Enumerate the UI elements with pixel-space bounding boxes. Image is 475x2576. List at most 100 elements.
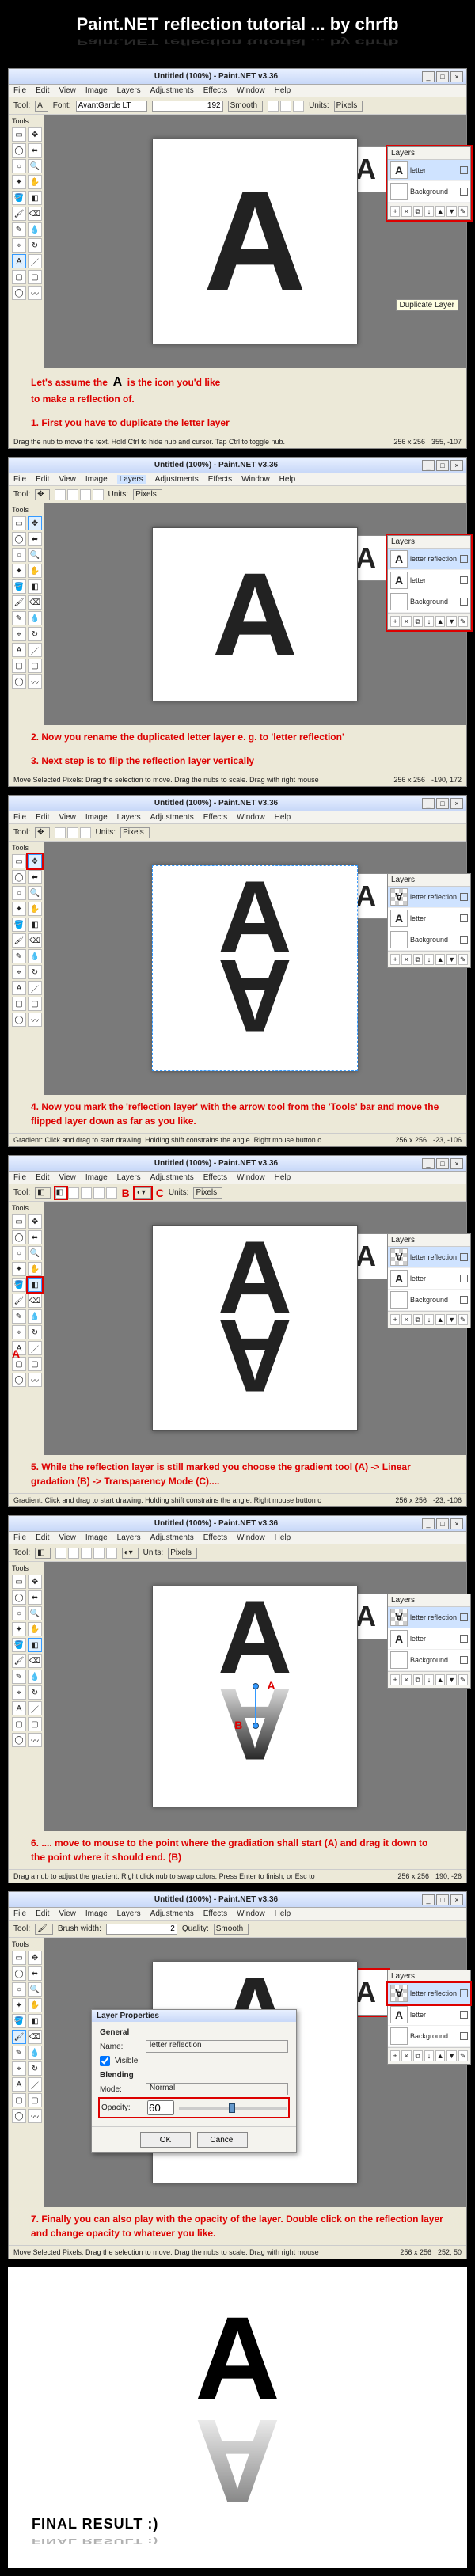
- tool-gradient-icon[interactable]: ◧: [28, 191, 42, 205]
- font-label: Font:: [53, 101, 71, 110]
- tool-freeform-icon[interactable]: 〰: [28, 286, 42, 300]
- menu-help[interactable]: Help: [279, 475, 296, 484]
- layer-up-icon[interactable]: ▲: [435, 206, 445, 217]
- canvas[interactable]: A: [152, 139, 358, 344]
- linear-gradient-icon[interactable]: ◧: [55, 1187, 66, 1199]
- tool-ellipse-icon[interactable]: ○: [12, 159, 26, 173]
- tool-zoom-icon[interactable]: 🔍: [28, 159, 42, 173]
- marker-b: B: [122, 1187, 130, 1199]
- aa-selector[interactable]: Smooth: [228, 101, 263, 112]
- layer-thumb-icon: A: [390, 161, 408, 179]
- tool-line-icon[interactable]: ／: [28, 254, 42, 268]
- step-1-text: 1. First you have to duplicate the lette…: [9, 411, 466, 435]
- tool-ellipseshape-icon[interactable]: ◯: [12, 286, 26, 300]
- gradient-mode-selector[interactable]: ◐▾: [135, 1187, 151, 1199]
- bold-icon[interactable]: [268, 101, 279, 112]
- tool-rectselect-icon[interactable]: ▭: [12, 127, 26, 142]
- menu-effects[interactable]: Effects: [208, 475, 232, 484]
- layer-props-icon[interactable]: ✎: [458, 206, 468, 217]
- underline-icon[interactable]: [293, 101, 304, 112]
- menu-image[interactable]: Image: [86, 475, 108, 484]
- font-size-field[interactable]: [152, 101, 223, 112]
- duplicate-tooltip: Duplicate Layer: [396, 299, 458, 311]
- visible-checkbox[interactable]: [100, 2056, 110, 2066]
- mode-field[interactable]: Normal: [146, 2083, 288, 2095]
- tool-selector[interactable]: A: [35, 101, 48, 112]
- menu-help[interactable]: Help: [275, 86, 291, 95]
- tool-movesel-icon[interactable]: ⬌: [28, 143, 42, 158]
- page-title-reflection: Paint.NET reflection tutorial ... by chr…: [0, 37, 475, 47]
- menu-layers[interactable]: Layers: [117, 86, 141, 95]
- step-2: Untitled (100%) - Paint.NET v3.36_□× Fil…: [0, 457, 475, 787]
- step-5-text: 5. While the reflection layer is still m…: [9, 1455, 466, 1493]
- menu-edit[interactable]: Edit: [36, 86, 49, 95]
- tool-brush-icon[interactable]: 🖌: [12, 207, 26, 221]
- gradient-type-icons: ◧: [55, 1187, 117, 1199]
- close-button[interactable]: ×: [450, 460, 463, 471]
- menu-image[interactable]: Image: [86, 86, 108, 95]
- layer-add-icon[interactable]: +: [390, 206, 400, 217]
- tool-pencil-icon[interactable]: ✎: [12, 222, 26, 237]
- tool-fill-icon[interactable]: 🪣: [12, 191, 26, 205]
- step-6: Untitled (100%) - Paint.NET v3.36_□× Fil…: [0, 1515, 475, 1883]
- menu-layers[interactable]: Layers: [117, 475, 146, 484]
- maximize-button[interactable]: □: [436, 71, 449, 82]
- layer-down-icon[interactable]: ▼: [446, 206, 456, 217]
- layer-row-reflection[interactable]: Aletter reflection: [388, 1983, 470, 2004]
- units-selector[interactable]: Pixels: [334, 101, 363, 112]
- font-field[interactable]: [76, 101, 147, 112]
- minimize-button[interactable]: _: [422, 460, 435, 471]
- tool-roundrect-icon[interactable]: ▢: [28, 270, 42, 284]
- italic-icon[interactable]: [280, 101, 291, 112]
- layer-row-letter[interactable]: Aletter: [388, 160, 470, 181]
- step-5: Untitled (100%) - Paint.NET v3.36_□× Fil…: [0, 1155, 475, 1507]
- menu-edit[interactable]: Edit: [36, 475, 49, 484]
- tool-move-icon[interactable]: ✥: [28, 127, 42, 142]
- menu-window[interactable]: Window: [241, 475, 270, 484]
- tool-selector[interactable]: ◧: [35, 1187, 50, 1199]
- tool-recolor-icon[interactable]: ↻: [28, 238, 42, 253]
- tool-pan-icon[interactable]: ✋: [28, 175, 42, 189]
- layer-row-letter[interactable]: Aletter: [388, 570, 470, 591]
- tool-wand-icon[interactable]: ✦: [12, 175, 26, 189]
- opacity-value[interactable]: [147, 2100, 174, 2115]
- layer-merge-icon[interactable]: ↓: [424, 206, 434, 217]
- marker-a: A: [267, 1679, 275, 1692]
- tool-text-icon[interactable]: A: [12, 254, 26, 268]
- name-field[interactable]: letter reflection: [146, 2040, 288, 2053]
- menu-view[interactable]: View: [59, 86, 76, 95]
- ok-button[interactable]: OK: [140, 2132, 191, 2148]
- layer-delete-icon[interactable]: ×: [401, 206, 411, 217]
- tool-lasso-icon[interactable]: ◯: [12, 143, 26, 158]
- layer-row-reflection[interactable]: Aletter reflection: [388, 549, 470, 570]
- menu-file[interactable]: File: [13, 475, 26, 484]
- opacity-slider[interactable]: [179, 2107, 287, 2110]
- menu-effects[interactable]: Effects: [203, 86, 227, 95]
- step-7-text: 7. Finally you can also play with the op…: [9, 2207, 466, 2245]
- layer-visible-checkbox[interactable]: [460, 188, 468, 196]
- maximize-button[interactable]: □: [436, 460, 449, 471]
- menu-view[interactable]: View: [59, 475, 76, 484]
- tool-picker-icon[interactable]: 💧: [28, 222, 42, 237]
- layer-row-background[interactable]: Background: [388, 181, 470, 203]
- tool-clone-icon[interactable]: ⌖: [12, 238, 26, 253]
- close-button[interactable]: ×: [450, 71, 463, 82]
- cancel-button[interactable]: Cancel: [197, 2132, 248, 2148]
- layers-header: Layers: [388, 147, 470, 160]
- minimize-button[interactable]: _: [422, 71, 435, 82]
- menu-window[interactable]: Window: [237, 86, 265, 95]
- menu-adjustments[interactable]: Adjustments: [150, 86, 194, 95]
- layer-row-background[interactable]: Background: [388, 591, 470, 613]
- layer-thumb-icon: [390, 183, 408, 200]
- menu-adjustments[interactable]: Adjustments: [155, 475, 199, 484]
- layer-visible-checkbox[interactable]: [460, 166, 468, 174]
- tool-move-icon: ✥: [28, 854, 42, 868]
- layer-duplicate-icon[interactable]: ⧉: [413, 206, 423, 217]
- canvas-area: A Layers Aletter Background +×⧉↓▲▼✎ A Du…: [44, 115, 466, 368]
- brush-width-field[interactable]: [106, 1924, 177, 1935]
- menu-file[interactable]: File: [13, 86, 26, 95]
- paintnet-window: Untitled (100%) - Paint.NET v3.36 _ □ × …: [8, 68, 467, 449]
- tool-rect-icon[interactable]: ▢: [12, 270, 26, 284]
- tool-eraser-icon[interactable]: ⌫: [28, 207, 42, 221]
- tools-header: Tools: [10, 116, 42, 126]
